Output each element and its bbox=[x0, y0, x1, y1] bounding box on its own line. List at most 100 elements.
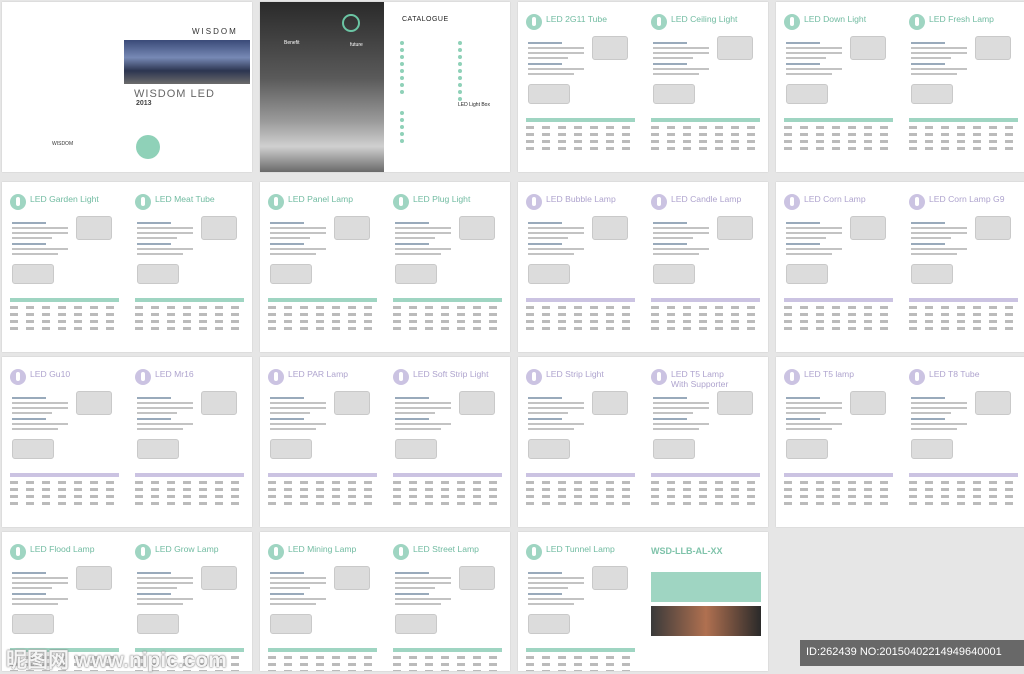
watermark-left: 昵图网 www.nipic.com bbox=[6, 649, 227, 672]
catalogue-list-a bbox=[400, 40, 407, 96]
spec-table-rows bbox=[135, 306, 244, 334]
spec-table-rows bbox=[526, 306, 635, 334]
product-icon bbox=[10, 369, 26, 385]
spec-table-header bbox=[651, 473, 760, 477]
product-description bbox=[786, 397, 842, 433]
catalogue-spread-4: LED Panel Lamp LED Plug Light bbox=[260, 182, 510, 352]
watermark-right: ID:262439 NO:20150402214949640001 bbox=[806, 646, 1002, 658]
product-photo-alt bbox=[786, 264, 828, 284]
product-photo-alt bbox=[12, 614, 54, 634]
product-page-6: LED Meat Tube bbox=[127, 182, 252, 352]
product-title: LED Soft Strip Light bbox=[413, 369, 489, 379]
spec-table-rows bbox=[393, 306, 502, 334]
product-photo-alt bbox=[137, 264, 179, 284]
spec-table-header bbox=[268, 648, 377, 652]
product-photo bbox=[592, 391, 628, 415]
spec-table-rows bbox=[784, 481, 893, 509]
spec-table-header bbox=[268, 473, 377, 477]
cover-year: 2013 bbox=[136, 100, 152, 107]
spec-table-header bbox=[526, 648, 635, 652]
spec-table-rows bbox=[784, 306, 893, 334]
product-description bbox=[911, 222, 967, 258]
product-icon bbox=[135, 544, 151, 560]
spec-table-rows bbox=[784, 126, 893, 154]
spec-table-header bbox=[909, 118, 1018, 122]
spec-table-rows bbox=[526, 656, 635, 671]
product-title: LED T5 lamp bbox=[804, 369, 854, 379]
product-description bbox=[653, 397, 709, 433]
spec-table-header bbox=[651, 118, 760, 122]
product-page-8: LED Plug Light bbox=[385, 182, 510, 352]
box-model: WSD-LLB-AL-XX bbox=[651, 546, 723, 556]
product-photo-alt bbox=[137, 439, 179, 459]
product-description bbox=[270, 222, 326, 258]
spec-table-header bbox=[784, 473, 893, 477]
spec-table-header bbox=[784, 298, 893, 302]
product-page-11: LED Corn Lamp bbox=[776, 182, 901, 352]
spec-table-rows bbox=[10, 306, 119, 334]
product-page-2: LED Ceiling Light bbox=[643, 2, 768, 172]
product-title: LED Corn Lamp bbox=[804, 194, 866, 204]
spec-table-rows bbox=[10, 481, 119, 509]
product-photo-alt bbox=[12, 264, 54, 284]
catalogue-heading: CATALOGUE bbox=[402, 16, 449, 23]
product-icon bbox=[784, 369, 800, 385]
product-title: LED Candle Lamp bbox=[671, 194, 742, 204]
product-icon bbox=[10, 194, 26, 210]
product-photo-alt bbox=[528, 614, 570, 634]
product-description bbox=[528, 572, 584, 608]
spec-table-header bbox=[393, 298, 502, 302]
spec-table-header bbox=[268, 298, 377, 302]
product-photo-alt bbox=[911, 439, 953, 459]
cover-footer-brand: WISDOM bbox=[52, 141, 74, 147]
product-title: LED Fresh Lamp bbox=[929, 14, 994, 24]
spec-table-rows bbox=[651, 126, 760, 154]
cover-title: WISDOM LED bbox=[134, 88, 215, 100]
spec-table-header bbox=[909, 298, 1018, 302]
product-photo bbox=[334, 391, 370, 415]
catalogue-list-c bbox=[400, 110, 407, 145]
product-title: LED Grow Lamp bbox=[155, 544, 219, 554]
spec-table-rows bbox=[135, 481, 244, 509]
spec-table-rows bbox=[268, 481, 377, 509]
led-light-box-heading: LED Light Box bbox=[458, 102, 490, 108]
product-title: LED Bubble Lamp bbox=[546, 194, 616, 204]
product-icon bbox=[909, 194, 925, 210]
product-photo bbox=[592, 566, 628, 590]
product-icon bbox=[393, 544, 409, 560]
spec-table-header bbox=[135, 298, 244, 302]
product-photo-alt bbox=[528, 84, 570, 104]
spec-table-rows bbox=[526, 481, 635, 509]
product-title: LED Strip Light bbox=[546, 369, 604, 379]
slogan-future: future bbox=[350, 42, 363, 48]
spec-table-header bbox=[393, 473, 502, 477]
product-page-4: LED Fresh Lamp bbox=[901, 2, 1024, 172]
catalogue-spread-10: LED T5 lamp LED T8 Tube bbox=[776, 357, 1024, 527]
product-title: LED Tunnel Lamp bbox=[546, 544, 615, 554]
product-page-16: LED Soft Strip Light bbox=[385, 357, 510, 527]
product-photo bbox=[717, 36, 753, 60]
spec-table-rows bbox=[909, 481, 1018, 509]
product-icon bbox=[651, 14, 667, 30]
spec-table-header bbox=[10, 298, 119, 302]
product-page-10: LED Candle Lamp bbox=[643, 182, 768, 352]
spec-table-header bbox=[651, 298, 760, 302]
catalogue-spread-13: LED Tunnel Lamp WSD-LLB-AL-XX bbox=[518, 532, 768, 671]
product-photo-alt bbox=[137, 614, 179, 634]
box-page-1: WSD-LLB-AL-XX bbox=[643, 532, 768, 671]
product-icon bbox=[651, 194, 667, 210]
spec-table-rows bbox=[393, 656, 502, 671]
cover-brand: WISDOM bbox=[192, 27, 238, 36]
product-page-25: LED Tunnel Lamp bbox=[518, 532, 643, 671]
product-icon bbox=[526, 369, 542, 385]
product-icon bbox=[909, 14, 925, 30]
product-photo bbox=[334, 566, 370, 590]
spec-table-header bbox=[784, 118, 893, 122]
product-icon bbox=[268, 544, 284, 560]
box-photo bbox=[651, 606, 761, 636]
catalogue-spread-6: LED Corn Lamp LED Corn Lamp G9 bbox=[776, 182, 1024, 352]
spec-table-header bbox=[909, 473, 1018, 477]
product-description bbox=[137, 222, 193, 258]
product-page-1: LED 2G11 Tube bbox=[518, 2, 643, 172]
product-page-3: LED Down Light bbox=[776, 2, 901, 172]
